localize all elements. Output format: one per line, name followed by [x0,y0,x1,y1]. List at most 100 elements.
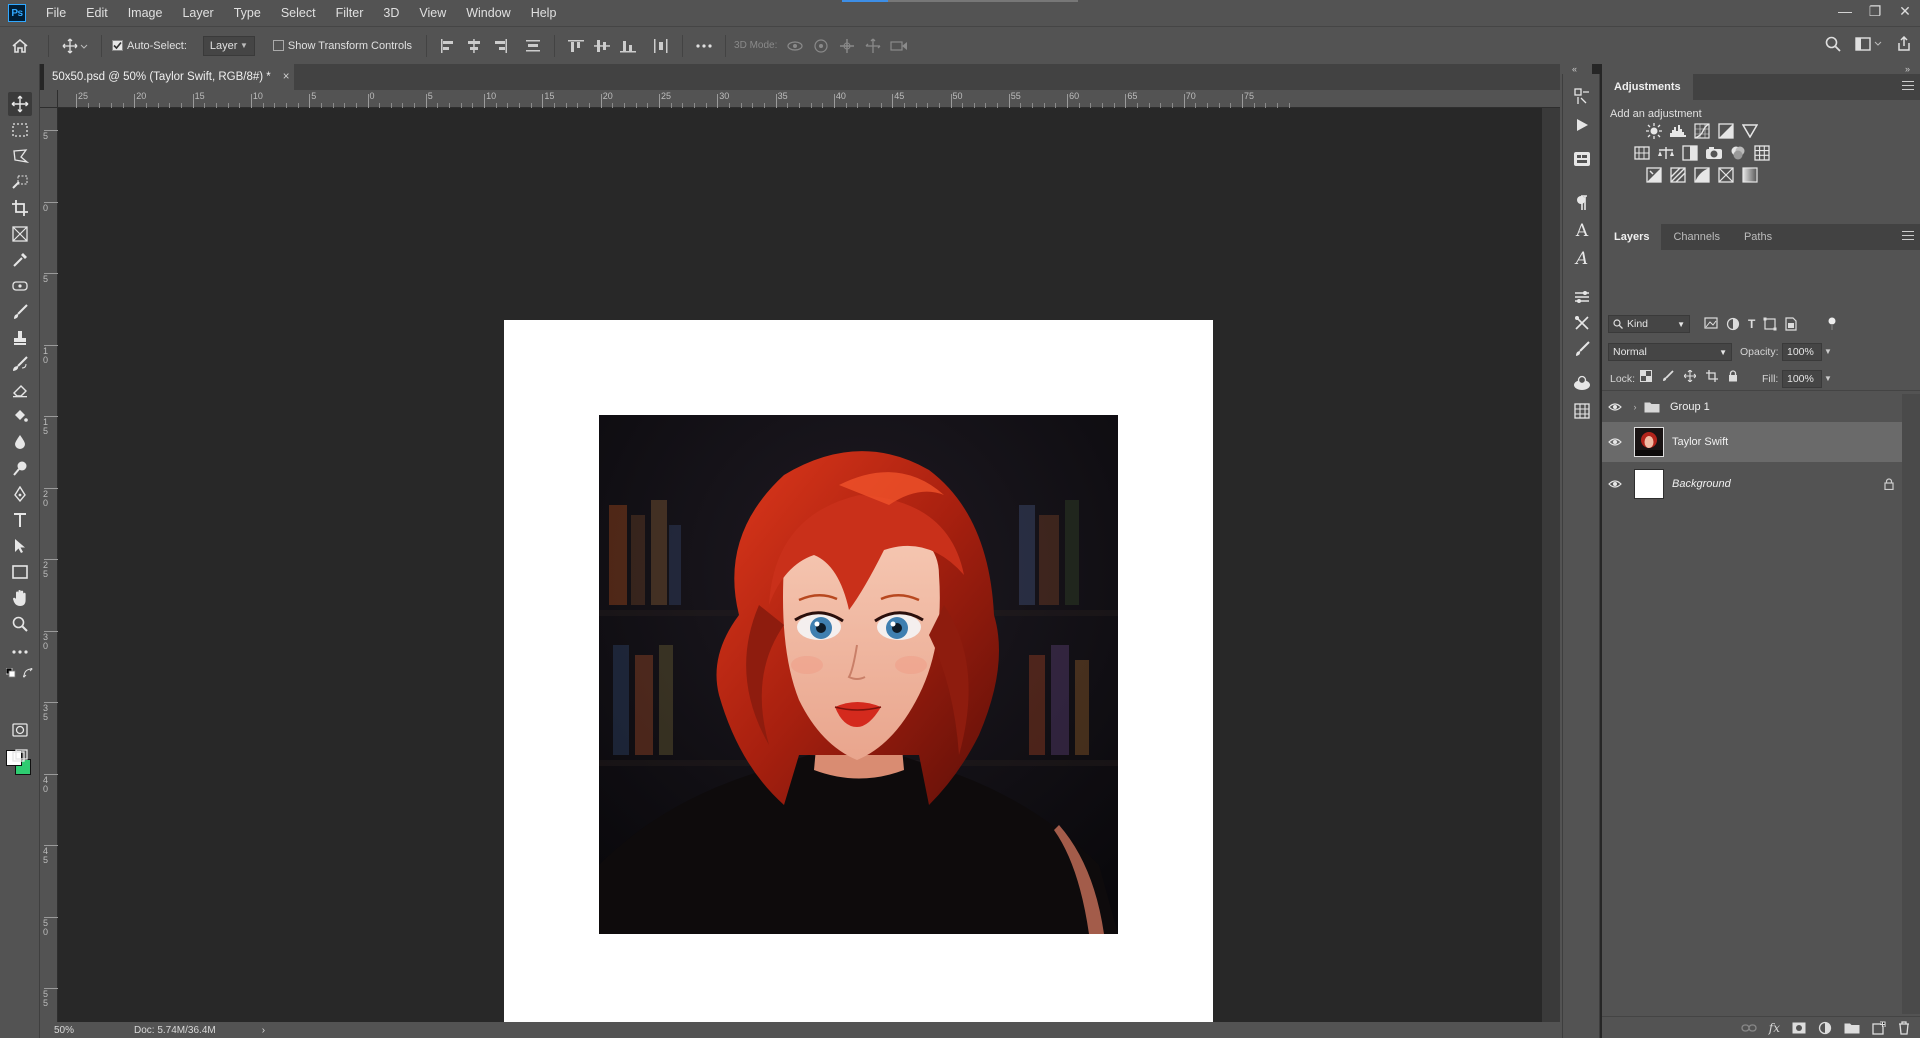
black-white-icon[interactable] [1680,144,1700,162]
pen-tool-icon[interactable] [8,482,32,506]
menu-edit[interactable]: Edit [76,0,118,26]
libraries-panel-icon[interactable] [1571,400,1593,422]
zoom-tool-icon[interactable] [8,612,32,636]
restore-button[interactable]: ❐ [1860,0,1890,22]
auto-select-target-dropdown[interactable]: Layer ▼ [202,35,255,56]
add-mask-icon[interactable] [1792,1022,1806,1034]
align-left-edges-icon[interactable] [438,36,458,56]
search-icon[interactable] [1825,36,1841,52]
close-tab-icon[interactable]: × [283,71,290,83]
brightness-contrast-icon[interactable] [1644,122,1664,140]
move-tool-preset-icon[interactable] [57,38,93,54]
selective-color-icon[interactable] [1716,166,1736,184]
hand-tool-icon[interactable] [8,586,32,610]
menu-filter[interactable]: Filter [326,0,374,26]
more-options-icon[interactable] [694,36,714,56]
filter-type-icon[interactable]: T [1748,317,1755,331]
screen-mode-icon[interactable] [8,744,32,768]
frame-tool-icon[interactable] [8,222,32,246]
move-tool-icon[interactable] [8,92,32,116]
show-transform-controls-checkbox[interactable]: Show Transform Controls [272,40,412,52]
curves-icon[interactable] [1692,122,1712,140]
layers-scrollbar[interactable] [1902,394,1920,1014]
canvas-area[interactable] [58,108,1542,1029]
menu-file[interactable]: File [36,0,76,26]
blend-mode-dropdown[interactable]: Normal ▼ [1608,343,1732,361]
object-selection-tool-icon[interactable] [8,170,32,194]
rectangular-marquee-tool-icon[interactable] [8,118,32,142]
menu-layer[interactable]: Layer [172,0,223,26]
lock-artboards-icon[interactable] [1706,370,1718,382]
blur-tool-icon[interactable] [8,430,32,454]
new-adjustment-layer-icon[interactable] [1818,1021,1832,1035]
path-selection-tool-icon[interactable] [8,534,32,558]
levels-icon[interactable] [1668,122,1688,140]
align-vertical-centers-icon[interactable] [592,36,612,56]
brush-settings-icon[interactable] [1571,312,1593,334]
fill-input[interactable]: 100% [1782,370,1822,388]
layer-row-group-1[interactable]: › Group 1 [1602,394,1902,420]
vertical-scrollbar[interactable] [1542,108,1560,1022]
layer-name[interactable]: Group 1 [1670,401,1710,413]
opacity-input[interactable]: 100% [1782,343,1822,361]
new-layer-icon[interactable] [1872,1020,1886,1035]
portrait-artwork[interactable] [599,415,1118,934]
lock-transparent-pixels-icon[interactable] [1640,370,1652,382]
auto-select-checkbox[interactable]: Auto-Select: [112,40,187,52]
history-panel-icon[interactable] [1571,86,1593,108]
adjustments-panel-menu-icon[interactable] [1902,81,1914,91]
fill-slider-chevron-icon[interactable]: ▼ [1824,374,1832,383]
align-horizontal-centers-icon[interactable] [464,36,484,56]
menu-window[interactable]: Window [456,0,520,26]
layer-filter-kind-dropdown[interactable]: Kind ▼ [1608,315,1690,333]
lock-all-icon[interactable] [1728,370,1738,382]
filter-adjustment-icon[interactable] [1726,317,1740,331]
tab-layers[interactable]: Layers [1602,224,1662,250]
show-transform-check-icon[interactable] [272,40,284,51]
filter-smart-object-icon[interactable] [1785,317,1797,331]
hue-saturation-icon[interactable] [1632,144,1652,162]
menu-3d[interactable]: 3D [373,0,409,26]
document-canvas[interactable] [504,320,1213,1029]
channel-mixer-icon[interactable] [1728,144,1748,162]
invert-icon[interactable] [1644,166,1664,184]
character-panel-icon[interactable]: A [1571,220,1593,242]
link-layers-icon[interactable] [1741,1023,1757,1033]
3d-slide-icon[interactable] [863,36,883,56]
visibility-eye-icon[interactable] [1602,437,1628,447]
expand-group-chevron-icon[interactable]: › [1628,402,1642,412]
3d-roll-icon[interactable] [811,36,831,56]
minimize-button[interactable]: — [1830,0,1860,22]
rectangle-tool-icon[interactable] [8,560,32,584]
brushes-panel-icon[interactable] [1571,338,1593,360]
glyphs-panel-icon[interactable]: A [1571,248,1593,270]
delete-layer-icon[interactable] [1898,1020,1910,1035]
layer-row-taylor-swift[interactable]: Taylor Swift [1602,422,1902,462]
gradient-map-icon[interactable] [1740,166,1760,184]
lasso-tool-icon[interactable] [8,144,32,168]
color-balance-icon[interactable] [1656,144,1676,162]
eraser-tool-icon[interactable] [8,378,32,402]
tab-adjustments[interactable]: Adjustments [1602,74,1693,100]
paint-bucket-tool-icon[interactable] [8,404,32,428]
align-bottom-edges-icon[interactable] [618,36,638,56]
dodge-tool-icon[interactable] [8,456,32,480]
actions-panel-icon[interactable] [1571,114,1593,136]
vibrance-icon[interactable] [1740,122,1760,140]
auto-select-check-icon[interactable] [112,40,123,51]
layer-name[interactable]: Taylor Swift [1672,436,1728,448]
align-top-edges-icon[interactable] [566,36,586,56]
photo-filter-icon[interactable] [1704,144,1724,162]
exposure-icon[interactable] [1716,122,1736,140]
close-window-button[interactable]: ✕ [1890,0,1920,22]
filter-shape-icon[interactable] [1763,317,1777,331]
filter-pixel-icon[interactable] [1704,317,1718,331]
lock-position-icon[interactable] [1684,370,1696,382]
ruler-origin[interactable] [40,90,58,108]
clone-source-icon[interactable] [1571,372,1593,394]
filter-toggle-icon[interactable] [1826,317,1838,331]
opacity-slider-chevron-icon[interactable]: ▼ [1824,347,1832,356]
default-colors-icon[interactable] [6,668,16,678]
spot-healing-brush-tool-icon[interactable] [8,274,32,298]
posterize-icon[interactable] [1668,166,1688,184]
